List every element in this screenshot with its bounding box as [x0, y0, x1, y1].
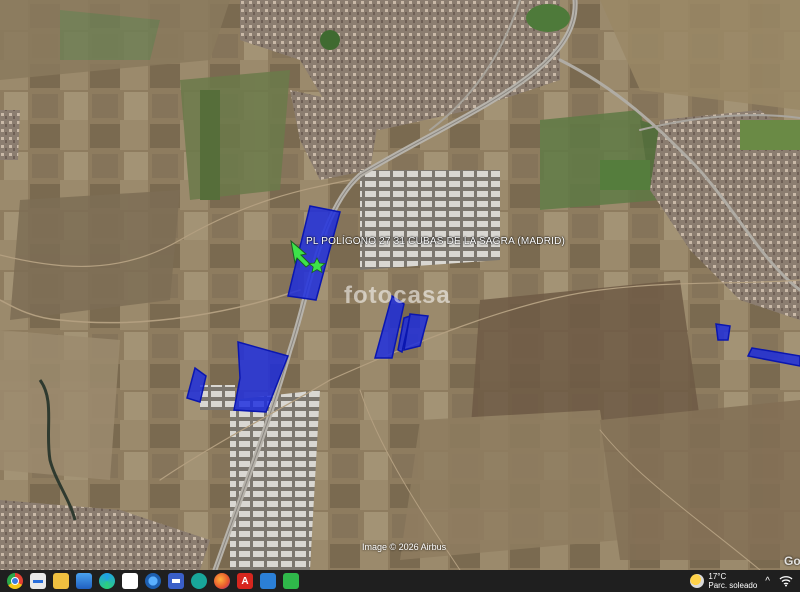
- network-icon[interactable]: [778, 573, 794, 589]
- explorer-icon[interactable]: [53, 573, 69, 589]
- network-glyph: [779, 576, 793, 587]
- watermark: fotocasa: [344, 282, 451, 309]
- weather-temperature: 17°C: [708, 572, 727, 581]
- app-icon[interactable]: [30, 573, 46, 589]
- place-label[interactable]: PL POLÍGONO 27 31 CUBAS DE LA SAGRA (MAD…: [306, 236, 565, 247]
- google-logo: Goo: [784, 554, 800, 568]
- photos-icon[interactable]: [76, 573, 92, 589]
- chrome-icon[interactable]: [7, 573, 23, 589]
- tray-chevron-icon[interactable]: ^: [765, 576, 770, 587]
- imagery-credit: Image © 2026 Airbus: [362, 542, 447, 552]
- weather-condition: Parc. soleado: [708, 581, 758, 590]
- weather-widget[interactable]: 17°C Parc. soleado: [690, 572, 757, 590]
- app-green-icon[interactable]: [283, 573, 299, 589]
- maps-icon[interactable]: [145, 573, 161, 589]
- web-icon[interactable]: [191, 573, 207, 589]
- snipping-icon[interactable]: [260, 573, 276, 589]
- taskbar: A 17°C Parc. soleado ^: [0, 570, 800, 592]
- acrobat-icon[interactable]: A: [237, 573, 253, 589]
- firefox-icon[interactable]: [214, 573, 230, 589]
- partly-sunny-icon: [690, 574, 705, 588]
- edge-icon[interactable]: [99, 573, 115, 589]
- satellite-map[interactable]: PL POLÍGONO 27 31 CUBAS DE LA SAGRA (MAD…: [0, 0, 800, 570]
- weather-text: 17°C Parc. soleado: [708, 572, 757, 590]
- parcel-far-east-1: [715, 323, 731, 341]
- save-icon[interactable]: [168, 573, 184, 589]
- file-icon[interactable]: [122, 573, 138, 589]
